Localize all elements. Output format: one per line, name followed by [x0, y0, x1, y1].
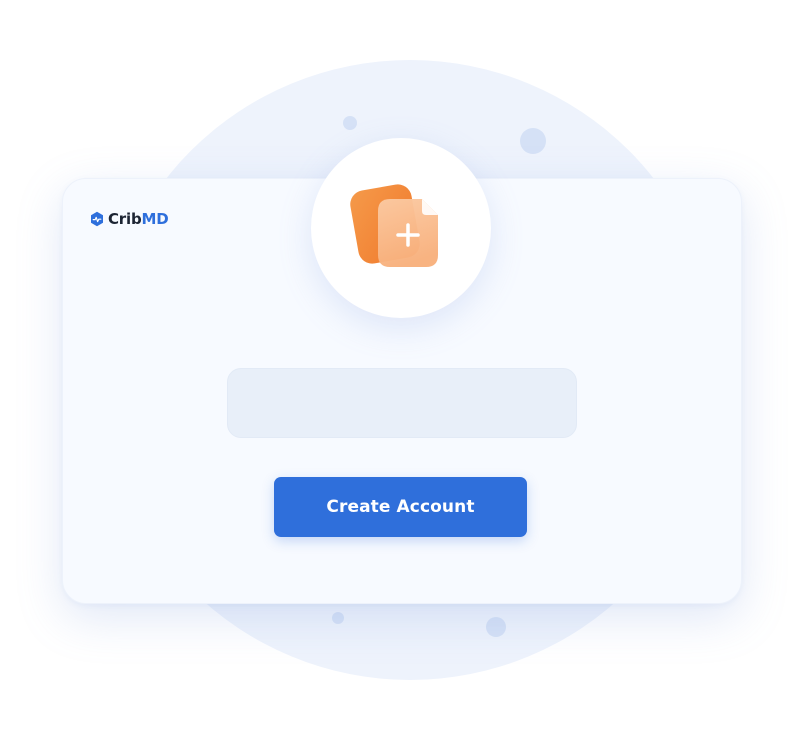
decorative-dot [343, 116, 357, 130]
cribmd-logo-icon [90, 211, 104, 227]
brand-name-md: MD [141, 209, 169, 228]
brand-name-crib: Crib [108, 209, 142, 228]
decorative-dot [486, 617, 506, 637]
brand-logo: CribMD [90, 207, 169, 231]
decorative-dot [332, 612, 344, 624]
input-field-placeholder[interactable] [227, 368, 577, 438]
add-document-icon [346, 171, 456, 285]
hero-icon-circle [311, 138, 491, 318]
create-account-button[interactable]: Create Account [274, 477, 527, 537]
decorative-dot [520, 128, 546, 154]
brand-name: CribMD [108, 209, 169, 228]
